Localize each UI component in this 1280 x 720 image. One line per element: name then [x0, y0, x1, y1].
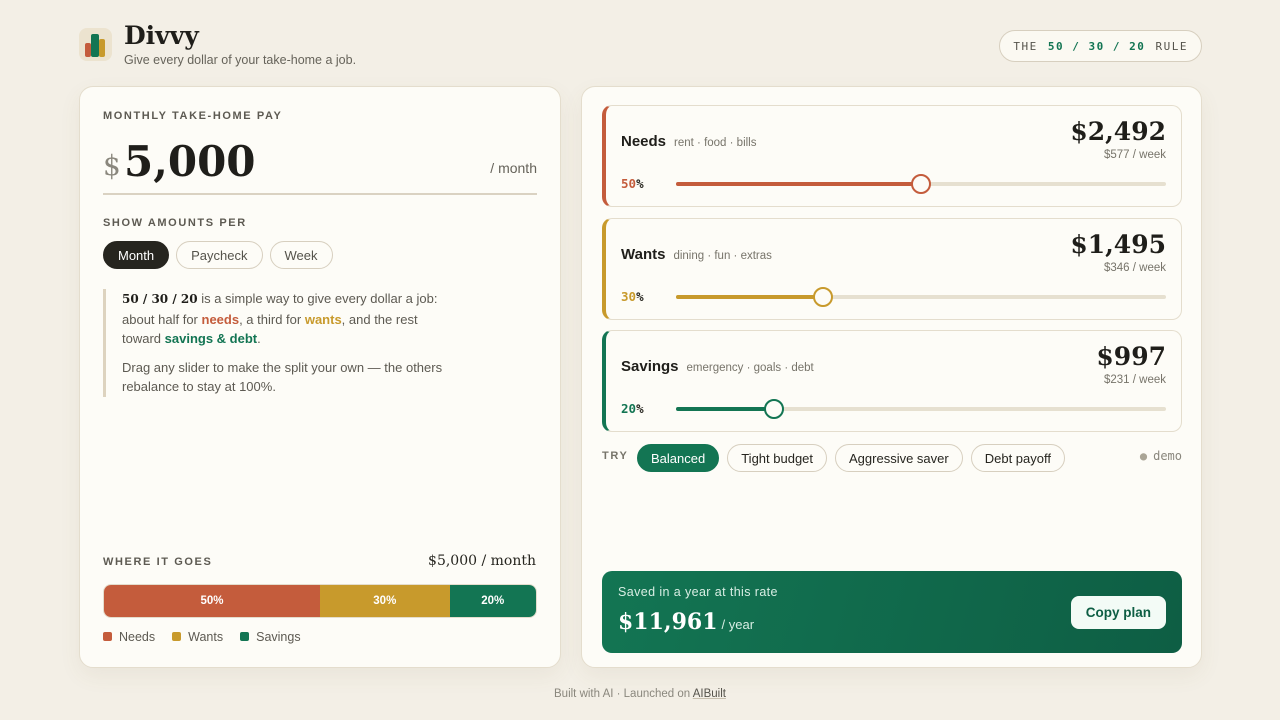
- footer-link[interactable]: AIBuilt: [693, 688, 726, 700]
- needs-slider[interactable]: [676, 174, 1166, 194]
- category-desc: dining · fun · extras: [673, 250, 772, 262]
- category-percent: 20%: [621, 401, 644, 416]
- period-paycheck-button[interactable]: Paycheck: [176, 241, 263, 269]
- slider-fill: [676, 407, 774, 411]
- rule-ratio: 50 / 30 / 20: [122, 292, 198, 306]
- try-label: TRY: [602, 450, 629, 462]
- category-percent: 50%: [621, 176, 644, 191]
- category-weekly: $231 / week: [1103, 374, 1166, 386]
- allocation-segment: 20%: [449, 585, 536, 617]
- percent-sign: %: [636, 401, 644, 416]
- rule-suffix: RULE: [1155, 39, 1188, 53]
- yearly-savings-label: Saved in a year at this rate: [618, 585, 778, 599]
- preset-debt-payoff-button[interactable]: Debt payoff: [970, 444, 1065, 472]
- legend-label: Wants: [188, 630, 224, 644]
- category-amount: $1,495: [1070, 230, 1166, 259]
- category-title: Needs: [621, 133, 667, 150]
- rule-explanation: 50 / 30 / 20 is a simple way to give eve…: [103, 289, 443, 397]
- slider-handle[interactable]: [813, 287, 833, 307]
- savings-slider[interactable]: [676, 399, 1166, 419]
- app-header: Divvy Give every dollar of your take-hom…: [79, 21, 1202, 71]
- allocation-panel: Needs rent · food · bills $2,492 $577 / w…: [581, 86, 1202, 668]
- category-weekly: $346 / week: [1103, 262, 1166, 274]
- category-title: Savings: [621, 358, 679, 375]
- demo-label: demo: [1153, 449, 1182, 463]
- category-name: Wants dining · fun · extras: [621, 246, 772, 263]
- preset-list: Balanced Tight budget Aggressive saver D…: [637, 444, 1065, 472]
- rule-prefix: THE: [1013, 39, 1038, 53]
- category-percent: 30%: [621, 289, 644, 304]
- footer: Built with AI · Launched on AIBuilt: [0, 688, 1280, 700]
- take-home-amount[interactable]: 5,000: [124, 137, 256, 186]
- amount-period: / month: [490, 160, 537, 176]
- legend-label: Needs: [119, 630, 156, 644]
- legend-label: Savings: [256, 630, 301, 644]
- income-panel: MONTHLY TAKE-HOME PAY $ 5,000 / month SH…: [79, 86, 561, 668]
- slider-fill: [676, 182, 921, 186]
- wants-slider[interactable]: [676, 287, 1166, 307]
- legend-savings: Savings: [240, 630, 301, 644]
- preset-tight-budget-button[interactable]: Tight budget: [727, 444, 828, 472]
- allocation-segment: 30%: [320, 585, 450, 617]
- rule-numbers: 50 / 30 / 20: [1047, 39, 1146, 53]
- explanation-text: , a third for: [239, 311, 305, 327]
- where-it-goes-label: WHERE IT GOES: [103, 556, 213, 568]
- allocation-bar: 50% 30% 20%: [103, 584, 537, 618]
- copy-plan-button[interactable]: Copy plan: [1070, 596, 1166, 629]
- app-subtitle: Give every dollar of your take-home a jo…: [124, 53, 357, 67]
- preset-row: TRY Balanced Tight budget Aggressive sav…: [602, 444, 1182, 472]
- explanation-paragraph: 50 / 30 / 20 is a simple way to give eve…: [122, 289, 443, 349]
- period-week-button[interactable]: Week: [269, 241, 333, 269]
- savings-unit: / year: [721, 617, 755, 632]
- category-name: Savings emergency · goals · debt: [621, 358, 814, 375]
- yearly-savings-banner: Saved in a year at this rate $11,961/ ye…: [602, 571, 1182, 653]
- allocation-legend: Needs Wants Savings: [103, 630, 301, 644]
- category-desc: rent · food · bills: [674, 137, 757, 149]
- currency-symbol: $: [103, 149, 121, 182]
- period-month-button[interactable]: Month: [103, 241, 170, 269]
- needs-highlight: needs: [201, 311, 240, 327]
- legend-needs: Needs: [103, 630, 155, 644]
- app-title: Divvy: [124, 21, 199, 50]
- app-logo-icon: [79, 28, 112, 61]
- take-home-input[interactable]: $ 5,000 / month: [103, 137, 537, 195]
- savings-highlight: savings & debt: [164, 331, 258, 346]
- allocation-segment: 50%: [104, 585, 320, 617]
- savings-amount: $11,961: [618, 609, 718, 635]
- take-home-label: MONTHLY TAKE-HOME PAY: [103, 110, 283, 122]
- legend-wants: Wants: [172, 630, 223, 644]
- explanation-text: .: [257, 331, 261, 346]
- yearly-savings-value: $11,961/ year: [618, 609, 754, 635]
- slider-handle[interactable]: [911, 174, 931, 194]
- show-per-label: SHOW AMOUNTS PER: [103, 217, 247, 229]
- wants-highlight: wants: [304, 311, 342, 327]
- percent-value: 20: [621, 401, 637, 416]
- demo-toggle[interactable]: ● demo: [1140, 449, 1182, 463]
- rule-badge: THE 50 / 30 / 20 RULE: [999, 30, 1202, 62]
- slider-hint: Drag any slider to make the split your o…: [122, 359, 443, 395]
- category-name: Needs rent · food · bills: [621, 133, 756, 150]
- preset-aggressive-saver-button[interactable]: Aggressive saver: [835, 444, 963, 472]
- category-savings: Savings emergency · goals · debt $997 $23…: [602, 330, 1182, 432]
- where-total: $5,000 / month: [428, 553, 536, 569]
- percent-sign: %: [636, 289, 644, 304]
- percent-sign: %: [636, 176, 644, 191]
- category-title: Wants: [621, 246, 666, 263]
- category-desc: emergency · goals · debt: [686, 362, 814, 374]
- percent-value: 30: [621, 289, 637, 304]
- category-amount: $997: [1096, 342, 1166, 371]
- footer-text: Built with AI · Launched on: [554, 688, 693, 700]
- percent-value: 50: [621, 176, 637, 191]
- period-toggle: Month Paycheck Week: [103, 241, 333, 269]
- slider-fill: [676, 295, 823, 299]
- slider-handle[interactable]: [764, 399, 784, 419]
- dot-icon: ●: [1139, 449, 1148, 463]
- category-amount: $2,492: [1070, 117, 1166, 146]
- category-weekly: $577 / week: [1103, 149, 1166, 161]
- preset-balanced-button[interactable]: Balanced: [637, 444, 720, 472]
- category-needs: Needs rent · food · bills $2,492 $577 / w…: [602, 105, 1182, 207]
- category-wants: Wants dining · fun · extras $1,495 $346 /…: [602, 218, 1182, 320]
